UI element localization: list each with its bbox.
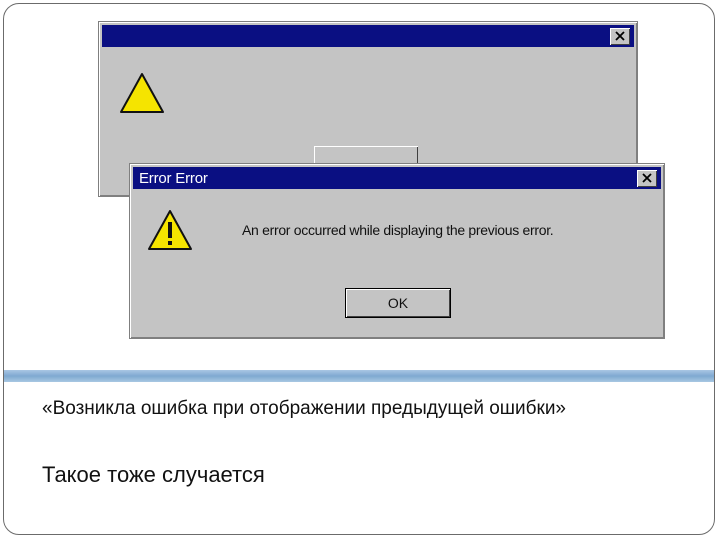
background-dialog-close-button[interactable]: [610, 28, 630, 45]
close-icon: [642, 173, 652, 183]
caption-quote: «Возникла ошибка при отображении предыду…: [42, 398, 567, 419]
background-dialog-titlebar: [102, 25, 634, 47]
warning-exclamation-icon: [148, 210, 192, 250]
slide-frame: Error Error An error occurred while disp…: [3, 3, 715, 535]
error-message: An error occurred while displaying the p…: [242, 222, 554, 238]
subcaption: Такое тоже случается: [42, 462, 265, 487]
error-dialog-titlebar: Error Error: [133, 167, 661, 189]
error-dialog-close-button[interactable]: [637, 170, 657, 187]
warning-icon: [120, 73, 164, 113]
close-icon: [615, 31, 625, 41]
ok-button[interactable]: OK: [345, 288, 451, 318]
error-error-dialog: Error Error An error occurred while disp…: [129, 163, 665, 339]
blue-divider-band: [4, 370, 714, 382]
error-dialog-title: Error Error: [139, 170, 208, 187]
